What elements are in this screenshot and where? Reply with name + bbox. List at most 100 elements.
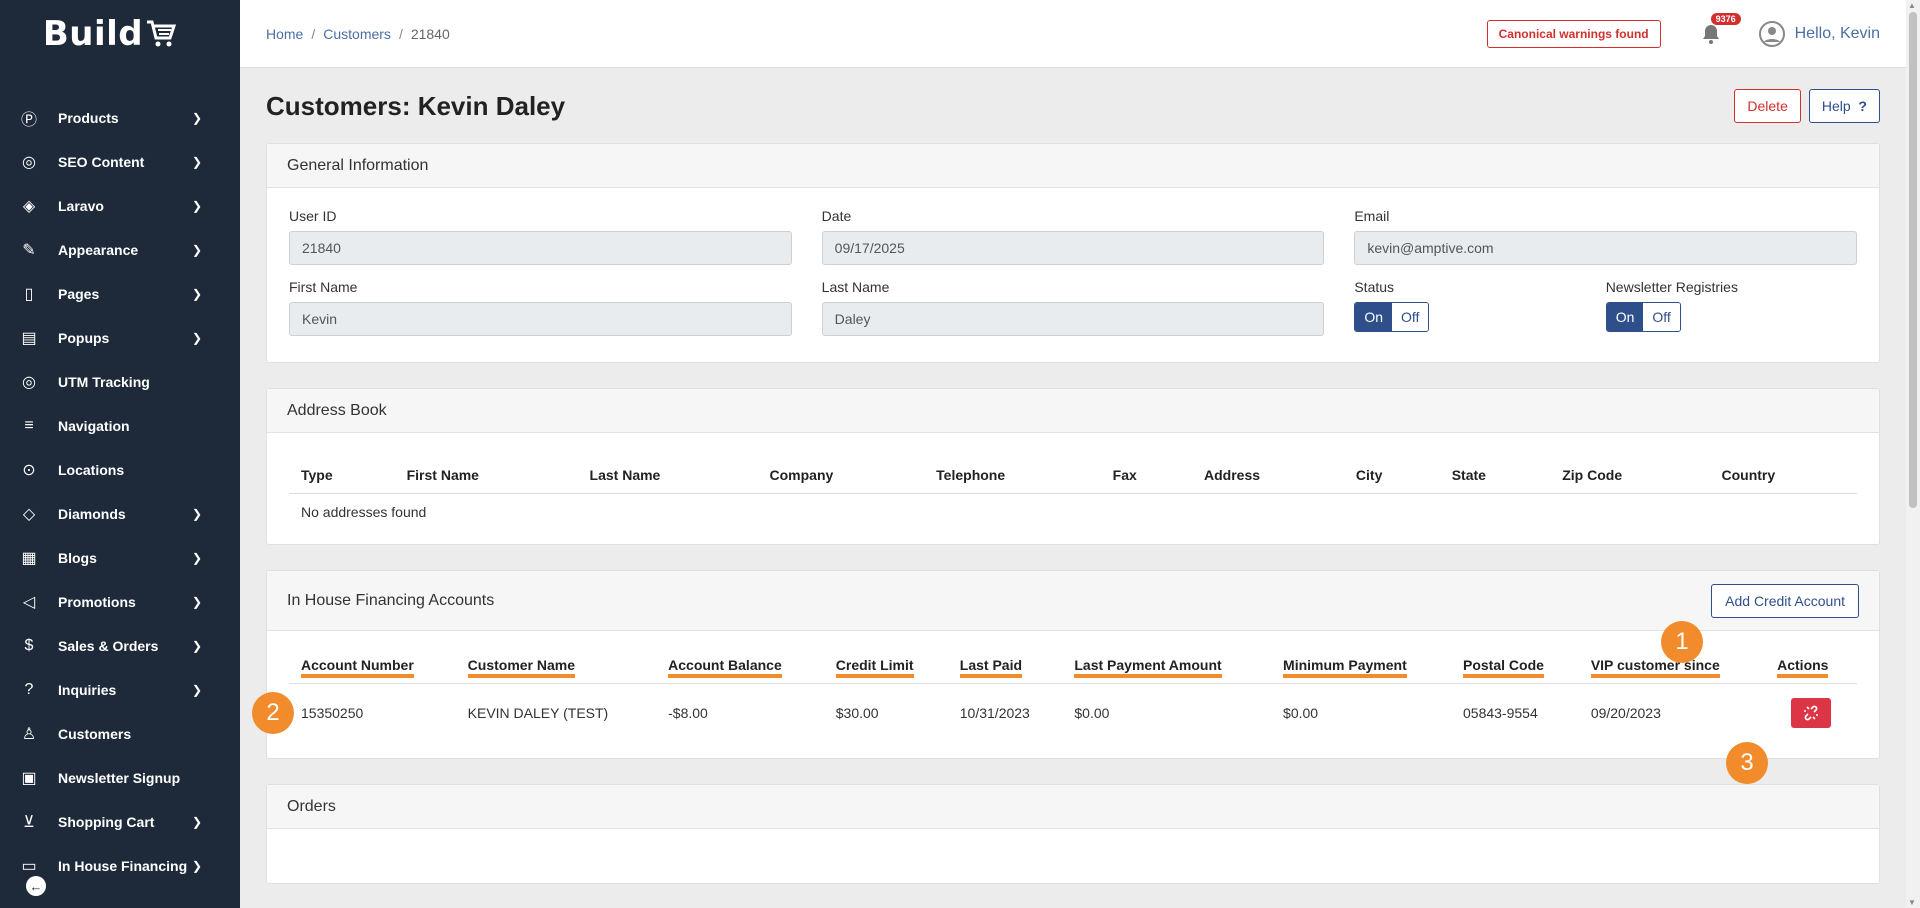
sidebar-item-pages[interactable]: ▯ Pages ❯ — [0, 272, 240, 316]
sidebar-item-blogs[interactable]: ▦ Blogs ❯ — [0, 536, 240, 580]
scroll-down-icon[interactable]: ▼ — [1908, 898, 1916, 907]
sidebar-item-newsletter-signup[interactable]: ▣ Newsletter Signup — [0, 756, 240, 800]
blog-icon: ▦ — [21, 550, 37, 567]
status-off-option[interactable]: Off — [1392, 303, 1429, 331]
annotation-marker-2: 2 — [252, 692, 294, 734]
brush-icon: ✎ — [22, 242, 36, 259]
financing-column-label: Customer Name — [467, 657, 576, 678]
sidebar-item-label: Shopping Cart — [58, 814, 155, 830]
first-name-field: First Name Kevin — [289, 279, 792, 336]
table-cell: 15350250 — [301, 705, 364, 721]
address-book-heading: Address Book — [267, 389, 1879, 433]
address-column-header: State — [1439, 457, 1551, 494]
financing-column-header[interactable]: Last Paid — [947, 647, 1063, 684]
date-input[interactable]: 09/17/2025 — [821, 231, 1325, 265]
chevron-right-icon: ❯ — [191, 287, 202, 301]
sidebar-item-locations[interactable]: ⊙ Locations — [0, 448, 240, 492]
last-name-input[interactable]: Daley — [821, 302, 1325, 336]
table-cell: $30.00 — [835, 705, 879, 721]
status-toggle[interactable]: On Off — [1354, 302, 1430, 332]
sidebar-item-popups[interactable]: ▤ Popups ❯ — [0, 316, 240, 360]
chevron-right-icon: ❯ — [191, 111, 202, 125]
chevron-right-icon: ❯ — [191, 683, 202, 697]
sidebar-item-promotions[interactable]: ◁ Promotions ❯ — [0, 580, 240, 624]
financing-column-header[interactable]: Account Number — [289, 647, 456, 684]
financing-column-header[interactable]: Minimum Payment — [1271, 647, 1451, 684]
breadcrumb-home[interactable]: Home — [266, 26, 303, 42]
financing-column-header[interactable]: Credit Limit — [823, 647, 948, 684]
table-cell: $0.00 — [1074, 705, 1110, 721]
first-name-input[interactable]: Kevin — [289, 302, 792, 336]
page-title: Customers: Kevin Daley — [266, 90, 566, 121]
sidebar-item-diamonds[interactable]: ◇ Diamonds ❯ — [0, 492, 240, 536]
menu-icon: ≡ — [24, 417, 34, 434]
sidebar-item-label: Laravo — [58, 198, 104, 214]
sidebar-item-sales-orders[interactable]: $ Sales & Orders ❯ — [0, 624, 240, 668]
sidebar-item-label: UTM Tracking — [58, 374, 150, 390]
cart-logo-icon — [147, 20, 177, 47]
financing-column-header[interactable]: Postal Code — [1451, 647, 1579, 684]
notifications-button[interactable]: 9376 — [1701, 12, 1741, 45]
delete-account-button[interactable] — [1791, 698, 1832, 728]
help-button[interactable]: Help ? — [1808, 89, 1880, 123]
sidebar-item-label: Blogs — [58, 550, 97, 566]
financing-column-label: Credit Limit — [835, 657, 914, 678]
page-scrollbar[interactable]: ▲ ▼ — [1906, 0, 1920, 908]
address-table: Type First Name Last Name Company Telephone F… — [289, 457, 1857, 530]
sidebar-item-products[interactable]: Ⓟ Products ❯ — [0, 96, 240, 140]
sidebar-item-laravo[interactable]: ◈ Laravo ❯ — [0, 184, 240, 228]
chevron-right-icon: ❯ — [191, 507, 202, 521]
sidebar-item-label: Diamonds — [58, 506, 126, 522]
product-icon: Ⓟ — [20, 112, 37, 129]
newsletter-on-option[interactable]: On — [1606, 303, 1644, 331]
date-field: Date 09/17/2025 — [821, 208, 1325, 265]
table-cell: 10/31/2023 — [959, 705, 1030, 721]
financing-column-header[interactable]: Customer Name — [455, 647, 657, 684]
financing-column-label: VIP customer since — [1590, 657, 1720, 678]
collapse-sidebar-icon[interactable]: ← — [26, 876, 46, 896]
newsletter-icon: ▣ — [21, 770, 37, 787]
delete-button[interactable]: Delete — [1734, 89, 1801, 123]
cart-icon: ⊻ — [23, 814, 35, 831]
financing-column-label: Last Payment Amount — [1074, 657, 1222, 678]
chevron-right-icon: ❯ — [191, 859, 202, 873]
sidebar-item-appearance[interactable]: ✎ Appearance ❯ — [0, 228, 240, 272]
general-information-card: General Information User ID 21840 Date 0… — [266, 143, 1880, 363]
sidebar-item-label: Navigation — [58, 418, 130, 434]
scroll-thumb[interactable] — [1909, 12, 1917, 508]
sidebar-item-shopping-cart[interactable]: ⊻ Shopping Cart ❯ — [0, 800, 240, 844]
canonical-warning-badge[interactable]: Canonical warnings found — [1486, 19, 1661, 48]
sidebar-item-inquiries[interactable]: ? Inquiries ❯ — [0, 668, 240, 712]
actions-cell — [1765, 684, 1857, 743]
user-id-input[interactable]: 21840 — [289, 231, 792, 265]
financing-column-header[interactable]: Actions — [1765, 647, 1857, 684]
status-on-option[interactable]: On — [1355, 303, 1393, 331]
question-icon: ? — [24, 681, 34, 698]
sidebar-item-customers[interactable]: ♙ Customers — [0, 712, 240, 756]
sidebar: Build Ⓟ Products ❯ ◎ SEO Content ❯ ◈ Laravo ❯ ✎ Ap… — [0, 0, 240, 908]
add-credit-account-button[interactable]: Add Credit Account — [1711, 583, 1859, 618]
scroll-up-icon[interactable]: ▲ — [1908, 1, 1916, 10]
address-column-header: Company — [757, 457, 925, 494]
newsletter-label: Newsletter Registries — [1605, 279, 1738, 295]
address-column-header: Zip Code — [1550, 457, 1710, 494]
logo[interactable]: Build — [0, 0, 240, 68]
sidebar-item-utm-tracking[interactable]: ◎ UTM Tracking — [0, 360, 240, 404]
dollar-icon: $ — [24, 637, 34, 654]
sidebar-item-label: Customers — [58, 726, 132, 742]
newsletter-toggle[interactable]: On Off — [1605, 302, 1681, 332]
address-column-header: Telephone — [924, 457, 1101, 494]
sidebar-item-seo-content[interactable]: ◎ SEO Content ❯ — [0, 140, 240, 184]
annotation-marker-3: 3 — [1726, 742, 1768, 784]
breadcrumb-customers[interactable]: Customers — [323, 26, 391, 42]
date-label: Date — [821, 208, 852, 224]
table-cell: KEVIN DALEY (TEST) — [467, 705, 609, 721]
email-input[interactable]: kevin@amptive.com — [1354, 231, 1858, 265]
user-menu[interactable]: Hello, Kevin — [1758, 20, 1880, 47]
annotation-marker-1: 1 — [1661, 621, 1703, 663]
sidebar-item-navigation[interactable]: ≡ Navigation — [0, 404, 240, 448]
financing-column-header[interactable]: Account Balance — [656, 647, 824, 684]
financing-column-header[interactable]: Last Payment Amount — [1062, 647, 1272, 684]
chevron-right-icon: ❯ — [191, 551, 202, 565]
newsletter-off-option[interactable]: Off — [1643, 303, 1680, 331]
